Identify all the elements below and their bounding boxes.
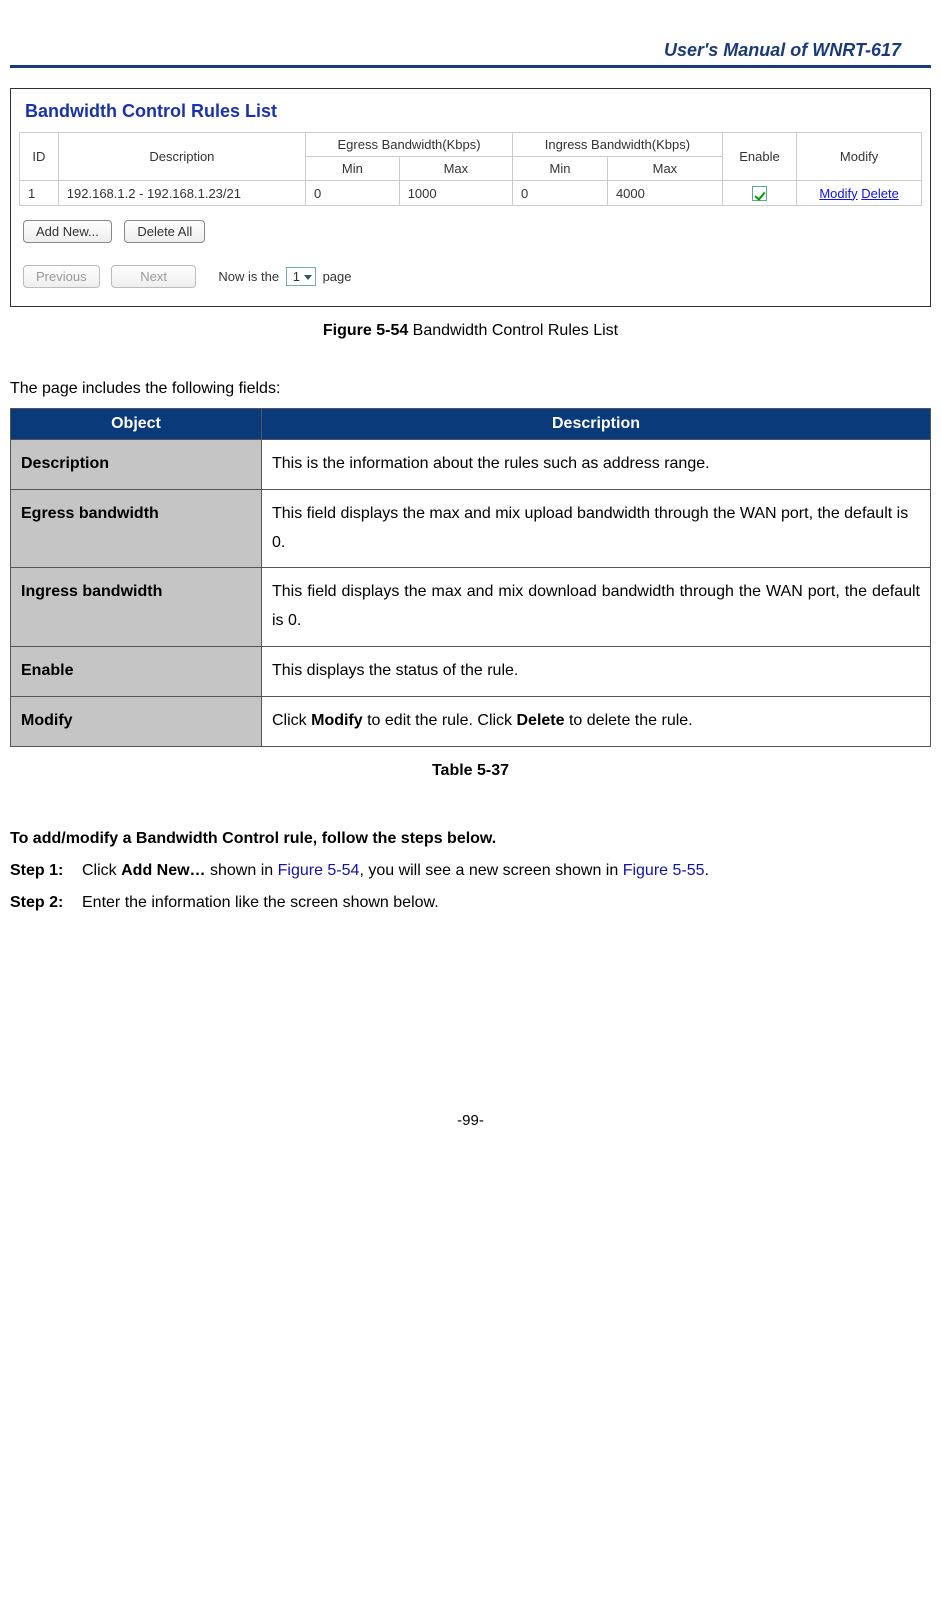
table-caption: Table 5-37	[10, 762, 931, 780]
bold-delete: Delete	[517, 712, 565, 729]
add-new-button[interactable]: Add New...	[23, 220, 112, 243]
text-fragment: to delete the rule.	[565, 712, 693, 729]
panel-title: Bandwidth Control Rules List	[25, 101, 922, 122]
steps-heading: To add/modify a Bandwidth Control rule, …	[10, 830, 931, 848]
cell-eg-min: 0	[306, 181, 400, 206]
pager-label-post: page	[323, 269, 352, 284]
text-fragment: shown in	[206, 862, 278, 879]
table-header-row-1: ID Description Egress Bandwidth(Kbps) In…	[20, 133, 922, 157]
table-row: Modify Click Modify to edit the rule. Cl…	[11, 696, 931, 746]
rules-table: ID Description Egress Bandwidth(Kbps) In…	[19, 132, 922, 206]
col-enable: Enable	[722, 133, 796, 181]
col-modify: Modify	[797, 133, 922, 181]
obj-cell: Description	[11, 440, 262, 490]
table-row: Description This is the information abou…	[11, 440, 931, 490]
page-header: User's Manual of WNRT-617	[10, 40, 931, 68]
delete-link[interactable]: Delete	[861, 186, 899, 201]
desc-cell: This field displays the max and mix uplo…	[262, 489, 931, 568]
desc-cell: Click Modify to edit the rule. Click Del…	[262, 696, 931, 746]
obj-cell: Enable	[11, 647, 262, 697]
next-button[interactable]: Next	[111, 265, 196, 288]
figure-caption: Figure 5-54 Bandwidth Control Rules List	[10, 322, 931, 340]
text-fragment: .	[705, 862, 709, 879]
desc-cell: This displays the status of the rule.	[262, 647, 931, 697]
table-row: Egress bandwidth This field displays the…	[11, 489, 931, 568]
desc-cell: This field displays the max and mix down…	[262, 568, 931, 647]
table-row: Ingress bandwidth This field displays th…	[11, 568, 931, 647]
cell-enable	[722, 181, 796, 206]
col-ingress: Ingress Bandwidth(Kbps)	[513, 133, 723, 157]
cell-in-max: 4000	[607, 181, 722, 206]
table-row: Enable This displays the status of the r…	[11, 647, 931, 697]
cell-desc: 192.168.1.2 - 192.168.1.23/21	[58, 181, 305, 206]
figure-link-5-55[interactable]: Figure 5-55	[623, 862, 705, 879]
previous-button[interactable]: Previous	[23, 265, 100, 288]
pager-label-pre: Now is the	[218, 269, 279, 284]
step-label: Step 2:	[10, 894, 82, 912]
page-select[interactable]: 1	[286, 267, 316, 286]
bold-add-new: Add New…	[121, 862, 205, 879]
description-table: Object Description Description This is t…	[10, 408, 931, 747]
pager-row: Previous Next Now is the 1 page	[23, 265, 922, 288]
text-fragment: Click	[82, 862, 121, 879]
col-description: Description	[58, 133, 305, 181]
step-1: Step 1: Click Add New… shown in Figure 5…	[10, 862, 931, 880]
delete-all-button[interactable]: Delete All	[124, 220, 205, 243]
step-label: Step 1:	[10, 862, 82, 880]
bold-modify: Modify	[311, 712, 363, 729]
table-row: 1 192.168.1.2 - 192.168.1.23/21 0 1000 0…	[20, 181, 922, 206]
header-object: Object	[11, 409, 262, 440]
modify-link[interactable]: Modify	[819, 186, 857, 201]
desc-cell: This is the information about the rules …	[262, 440, 931, 490]
col-egress-min: Min	[306, 157, 400, 181]
text-fragment: , you will see a new screen shown in	[359, 862, 622, 879]
cell-eg-max: 1000	[399, 181, 512, 206]
col-id: ID	[20, 133, 59, 181]
checkbox-icon[interactable]	[752, 186, 767, 201]
step-text: Click Add New… shown in Figure 5-54, you…	[82, 862, 931, 880]
text-fragment: to edit the rule. Click	[363, 712, 517, 729]
step-2: Step 2: Enter the information like the s…	[10, 894, 931, 912]
figure-number: Figure 5-54	[323, 322, 408, 339]
text-fragment: Click	[272, 712, 311, 729]
header-description: Description	[262, 409, 931, 440]
col-egress: Egress Bandwidth(Kbps)	[306, 133, 513, 157]
obj-cell: Modify	[11, 696, 262, 746]
obj-cell: Egress bandwidth	[11, 489, 262, 568]
figure-link-5-54[interactable]: Figure 5-54	[278, 862, 360, 879]
obj-cell: Ingress bandwidth	[11, 568, 262, 647]
step-text: Enter the information like the screen sh…	[82, 894, 931, 912]
cell-id: 1	[20, 181, 59, 206]
screenshot-panel: Bandwidth Control Rules List ID Descript…	[10, 88, 931, 307]
col-ingress-max: Max	[607, 157, 722, 181]
col-ingress-min: Min	[513, 157, 608, 181]
cell-modify: Modify Delete	[797, 181, 922, 206]
page-number: -99-	[10, 1112, 931, 1129]
cell-in-min: 0	[513, 181, 608, 206]
intro-text: The page includes the following fields:	[10, 380, 931, 398]
col-egress-max: Max	[399, 157, 512, 181]
button-row-1: Add New... Delete All	[23, 220, 922, 243]
figure-title: Bandwidth Control Rules List	[408, 322, 618, 339]
